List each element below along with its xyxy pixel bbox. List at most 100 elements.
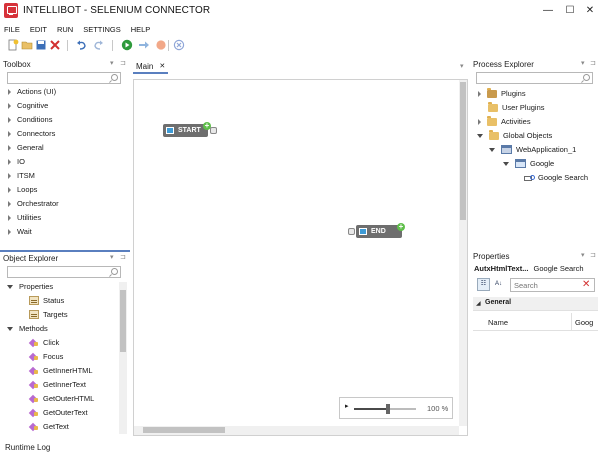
zoom-out-icon[interactable]: ▸ bbox=[345, 402, 349, 410]
expand-arrow-icon[interactable] bbox=[8, 102, 11, 109]
menu-settings[interactable]: SETTINGS bbox=[83, 25, 121, 34]
process-explorer-search-input[interactable] bbox=[476, 72, 593, 84]
collapse-arrow-icon[interactable] bbox=[7, 284, 13, 289]
menu-file[interactable]: FILE bbox=[4, 25, 20, 34]
pin-icon[interactable]: ⊐ bbox=[590, 59, 596, 67]
properties-node[interactable]: Properties bbox=[7, 280, 53, 293]
alphabetical-sort-icon[interactable]: A↓ bbox=[492, 278, 505, 291]
collapse-arrow-icon[interactable] bbox=[477, 133, 483, 138]
method-item-getinnerhtml[interactable]: GetInnerHTML bbox=[29, 364, 93, 377]
method-item-getinnertext[interactable]: GetInnerText bbox=[29, 378, 86, 391]
expand-arrow-icon[interactable] bbox=[8, 172, 11, 179]
collapse-arrow-icon[interactable] bbox=[7, 326, 13, 331]
toolbox-search-input[interactable] bbox=[7, 72, 121, 84]
dropdown-icon[interactable]: ▾ bbox=[460, 62, 464, 70]
categorized-sort-icon[interactable]: ☷ bbox=[477, 278, 490, 291]
dropdown-icon[interactable]: ▾ bbox=[110, 253, 114, 261]
object-explorer-search-input[interactable] bbox=[7, 266, 121, 278]
scrollbar-thumb[interactable] bbox=[143, 427, 225, 433]
method-item-click[interactable]: Click bbox=[29, 336, 59, 349]
canvas-horizontal-scrollbar[interactable] bbox=[134, 426, 459, 435]
designer-canvas[interactable]: START + END + bbox=[133, 79, 468, 436]
toolbox-item-connectors[interactable]: Connectors bbox=[8, 127, 55, 140]
menu-help[interactable]: HELP bbox=[131, 25, 151, 34]
clear-search-icon[interactable]: ✕ bbox=[582, 279, 590, 290]
tree-item-plugins[interactable]: Plugins bbox=[478, 87, 526, 100]
dropdown-icon[interactable]: ▾ bbox=[581, 251, 585, 259]
pin-icon[interactable]: ⊐ bbox=[590, 251, 596, 259]
methods-node[interactable]: Methods bbox=[7, 322, 48, 335]
toolbox-item-general[interactable]: General bbox=[8, 141, 44, 154]
stop-icon[interactable] bbox=[173, 39, 185, 51]
toolbox-item-io[interactable]: IO bbox=[8, 155, 25, 168]
collapse-arrow-icon[interactable] bbox=[489, 147, 495, 152]
delete-icon[interactable] bbox=[49, 39, 61, 51]
step-icon[interactable] bbox=[138, 39, 150, 51]
end-node[interactable]: END + bbox=[348, 223, 405, 238]
pin-icon[interactable]: ⊐ bbox=[120, 59, 126, 67]
method-item-gettext[interactable]: GetText bbox=[29, 420, 69, 433]
dropdown-icon[interactable]: ▾ bbox=[110, 59, 114, 67]
expand-arrow-icon[interactable] bbox=[8, 158, 11, 165]
scrollbar-thumb[interactable] bbox=[120, 290, 126, 352]
scrollbar-thumb[interactable] bbox=[460, 82, 466, 220]
expand-arrow-icon[interactable] bbox=[8, 200, 11, 207]
toolbox-item-cognitive[interactable]: Cognitive bbox=[8, 99, 48, 112]
expand-arrow-icon[interactable] bbox=[8, 214, 11, 221]
runtime-log-tab[interactable]: Runtime Log bbox=[5, 443, 50, 454]
new-icon[interactable] bbox=[7, 39, 19, 51]
menu-run[interactable]: RUN bbox=[57, 25, 73, 34]
expand-arrow-icon[interactable] bbox=[478, 90, 481, 97]
property-item-targets[interactable]: Targets bbox=[29, 308, 68, 321]
tree-item-google[interactable]: Google bbox=[503, 157, 554, 170]
expand-arrow-icon[interactable] bbox=[8, 130, 11, 137]
record-icon[interactable] bbox=[155, 39, 167, 51]
canvas-vertical-scrollbar[interactable] bbox=[459, 80, 467, 426]
open-icon[interactable] bbox=[21, 39, 33, 51]
toolbox-item-actions-ui[interactable]: Actions (UI) bbox=[8, 85, 56, 98]
expand-arrow-icon[interactable] bbox=[8, 88, 11, 95]
toolbox-item-conditions[interactable]: Conditions bbox=[8, 113, 52, 126]
collapse-arrow-icon[interactable] bbox=[503, 161, 509, 166]
toolbox-item-loops[interactable]: Loops bbox=[8, 183, 37, 196]
tab-main[interactable]: Main ✕ bbox=[133, 60, 169, 74]
expand-arrow-icon[interactable] bbox=[8, 228, 11, 235]
tree-item-activities[interactable]: Activities bbox=[478, 115, 531, 128]
tree-item-google-search[interactable]: Google Search bbox=[524, 171, 588, 184]
redo-icon[interactable] bbox=[92, 39, 104, 51]
maximize-button[interactable]: ☐ bbox=[564, 5, 576, 17]
toolbox-item-utilities[interactable]: Utilities bbox=[8, 211, 41, 224]
close-tab-icon[interactable]: ✕ bbox=[159, 62, 165, 70]
collapse-category-icon[interactable]: ◢ bbox=[476, 300, 481, 307]
expand-arrow-icon[interactable] bbox=[478, 118, 481, 125]
expand-arrow-icon[interactable] bbox=[8, 116, 11, 123]
panel-splitter[interactable] bbox=[0, 250, 130, 252]
tree-item-global-objects[interactable]: Global Objects bbox=[477, 129, 552, 142]
method-item-getouterhtml[interactable]: GetOuterHTML bbox=[29, 392, 94, 405]
menu-edit[interactable]: EDIT bbox=[30, 25, 47, 34]
object-explorer-scrollbar[interactable] bbox=[119, 282, 127, 434]
start-node[interactable]: START + bbox=[163, 122, 217, 137]
method-item-getoutertext[interactable]: GetOuterText bbox=[29, 406, 88, 419]
dropdown-icon[interactable]: ▾ bbox=[581, 59, 585, 67]
pin-icon[interactable]: ⊐ bbox=[120, 253, 126, 261]
expand-arrow-icon[interactable] bbox=[8, 186, 11, 193]
toolbox-item-itsm[interactable]: ITSM bbox=[8, 169, 35, 182]
zoom-slider-thumb[interactable] bbox=[386, 404, 390, 414]
output-port[interactable] bbox=[210, 127, 217, 134]
zoom-slider-track[interactable] bbox=[354, 404, 416, 414]
toolbox-item-orchestrator[interactable]: Orchestrator bbox=[8, 197, 59, 210]
property-name-value[interactable]: Goog bbox=[575, 318, 593, 327]
save-icon[interactable] bbox=[35, 39, 47, 51]
run-icon[interactable] bbox=[121, 39, 133, 51]
close-button[interactable]: ✕ bbox=[584, 5, 596, 17]
toolbox-item-wait[interactable]: Wait bbox=[8, 225, 32, 238]
tree-item-webapplication[interactable]: WebApplication_1 bbox=[489, 143, 576, 156]
method-item-focus[interactable]: Focus bbox=[29, 350, 63, 363]
add-activity-icon[interactable]: + bbox=[397, 223, 405, 231]
expand-arrow-icon[interactable] bbox=[8, 144, 11, 151]
property-item-status[interactable]: Status bbox=[29, 294, 64, 307]
tree-item-user-plugins[interactable]: User Plugins bbox=[488, 101, 545, 114]
undo-icon[interactable] bbox=[76, 39, 88, 51]
input-port[interactable] bbox=[348, 228, 355, 235]
